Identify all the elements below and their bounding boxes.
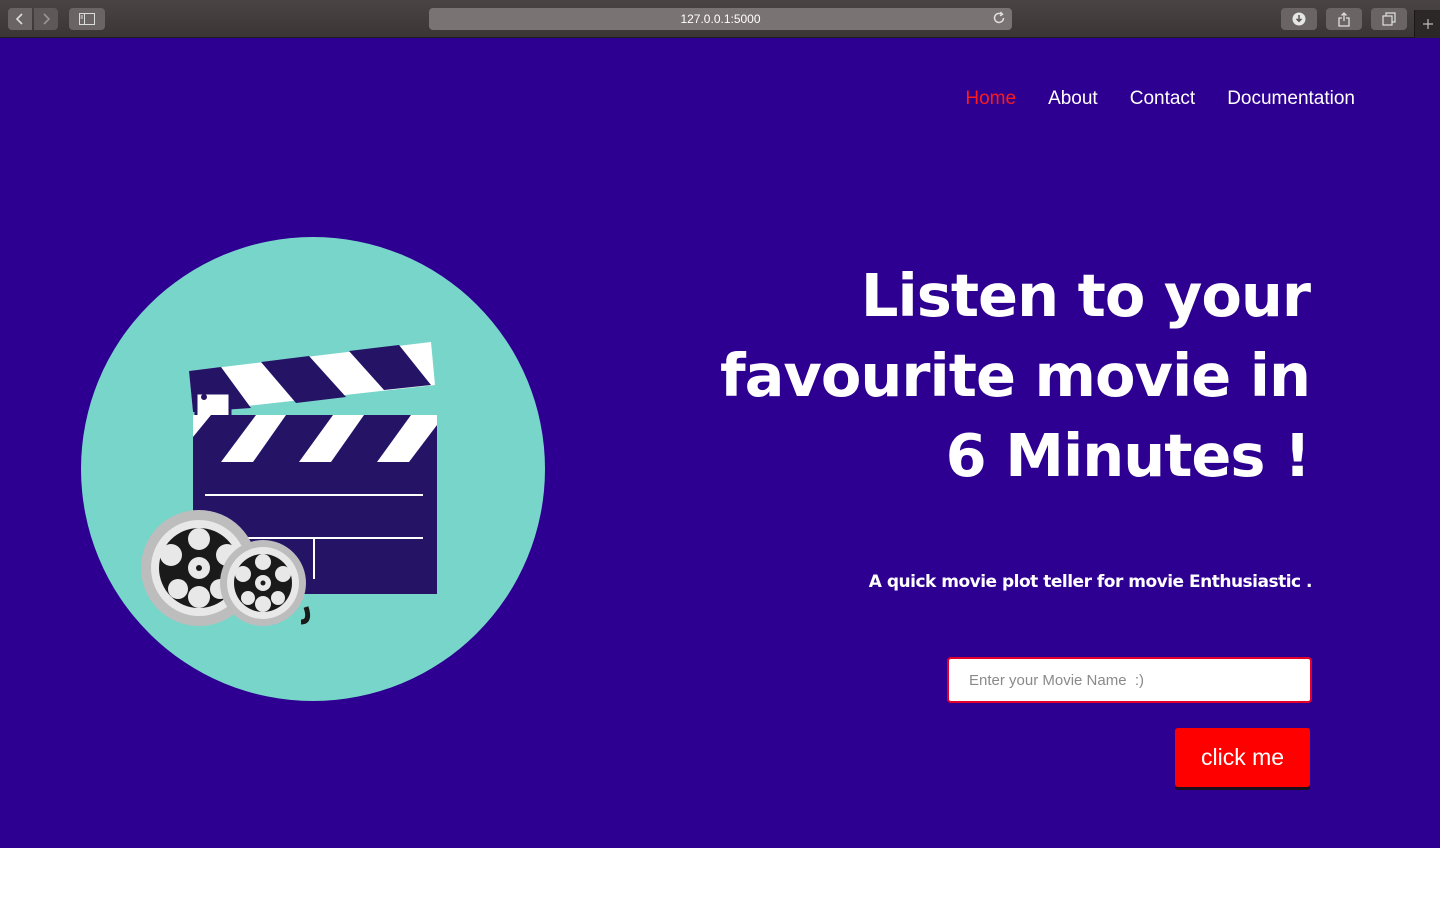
downloads-button[interactable] [1281, 8, 1317, 30]
sidebar-icon [79, 13, 95, 25]
forward-button[interactable] [34, 8, 58, 30]
headline-line-2: favourite movie in [719, 341, 1311, 410]
clapper-stripe-bar [193, 415, 437, 462]
tab-overview-button[interactable] [1371, 8, 1407, 30]
new-tab-button[interactable] [1414, 10, 1440, 38]
hero-headline: Listen to your favourite movie in 6 Minu… [670, 256, 1311, 496]
url-text: 127.0.0.1:5000 [680, 12, 761, 26]
sidebar-toggle-button[interactable] [69, 8, 105, 30]
main-nav: Home About Contact Documentation [965, 88, 1355, 110]
reload-icon[interactable] [992, 11, 1006, 25]
tabs-icon [1382, 12, 1396, 26]
back-button[interactable] [8, 8, 32, 30]
nav-home[interactable]: Home [965, 88, 1016, 110]
nav-documentation[interactable]: Documentation [1227, 88, 1355, 110]
share-button[interactable] [1326, 8, 1362, 30]
forward-arrow-icon [43, 13, 51, 25]
back-arrow-icon [15, 13, 23, 25]
headline-line-1: Listen to your [860, 261, 1311, 330]
share-icon [1338, 11, 1350, 27]
nav-about[interactable]: About [1048, 88, 1098, 110]
nav-contact[interactable]: Contact [1130, 88, 1195, 110]
hero-tagline: A quick movie plot teller for movie Enth… [868, 572, 1313, 592]
browser-toolbar: 127.0.0.1:5000 [0, 0, 1440, 38]
new-tab-icon [1422, 19, 1433, 29]
movie-name-input[interactable] [947, 657, 1312, 703]
clapperboard-and-film-reels-illustration [141, 342, 437, 626]
headline-line-3: 6 Minutes ! [945, 421, 1311, 490]
download-icon [1292, 12, 1306, 26]
page-body: Home About Contact Documentation Listen … [0, 38, 1440, 848]
click-me-button[interactable]: click me [1175, 728, 1310, 787]
clapper-arm [189, 342, 435, 429]
address-bar[interactable]: 127.0.0.1:5000 [429, 8, 1012, 30]
